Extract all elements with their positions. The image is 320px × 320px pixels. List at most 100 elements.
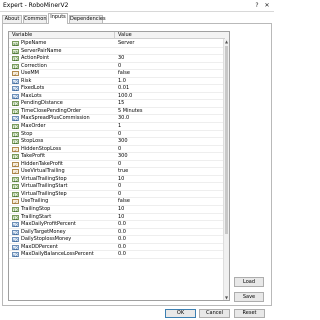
parameter-value[interactable]: 1 [116,123,224,130]
table-row[interactable]: v2 DailyStoplossMoney 0.0 [9,236,225,244]
boolean-type-icon: ✓ [12,161,19,168]
table-row[interactable]: ab ServerPairName [9,48,225,56]
parameter-value[interactable]: 300 [116,138,224,145]
table-row[interactable]: ✓ UseTrailing false [9,198,225,207]
parameter-value[interactable]: 10 [116,214,224,221]
table-row[interactable]: 12 TrailingStart 10 [9,214,225,222]
parameter-value[interactable]: 100.0 [116,93,224,100]
parameter-value[interactable]: 0.0 [116,236,224,243]
parameter-name: TrailingStart [21,213,52,220]
table-row[interactable]: 12 TakeProfit 300 [9,153,225,161]
parameter-name: ActionPoint [21,55,50,62]
boolean-type-icon: ✓ [12,169,19,176]
double-type-icon: v2 [12,252,19,259]
parameter-value[interactable]: 0.0 [116,229,224,236]
reset-button[interactable]: Reset [234,309,265,318]
table-row[interactable]: v2 MaxDailyProfitPercent 0.0 [9,221,225,229]
string-type-icon: ab [12,48,19,55]
table-row[interactable]: v2 MaxLots 100.0 [9,93,225,101]
parameter-value[interactable]: 0.0 [116,251,224,258]
parameter-name: Risk [21,77,32,84]
table-row[interactable]: v2 FixedLots 0.01 [9,85,225,93]
parameter-value[interactable]: 0 [116,131,224,138]
table-row[interactable]: 12 PendingDistance 15 [9,100,225,108]
parameter-value[interactable]: 0 [116,161,224,168]
table-row[interactable]: ✓ UseMM false [9,70,225,78]
parameter-value[interactable]: false [116,70,224,77]
parameter-name: FixedLots [21,85,45,92]
table-row[interactable]: ✓ UseVirtualTrailing true [9,168,225,176]
parameter-name: Stop [21,130,33,137]
parameter-value[interactable]: 0 [116,146,224,153]
parameter-value[interactable]: 1.0 [116,78,224,85]
parameter-name: Correction [21,62,47,69]
parameter-value[interactable]: 0 [116,63,224,70]
parameter-value[interactable]: 0.0 [116,221,224,228]
parameter-name: VirtualTrailingStop [21,175,67,182]
parameter-value[interactable]: 0.01 [116,85,224,92]
table-row[interactable]: 12 VirtualTrailingStart 0 [9,183,225,191]
parameter-name: VirtualTrailingStep [21,190,67,197]
parameter-value[interactable]: 10 [116,206,224,213]
parameter-value[interactable]: true [116,168,224,175]
table-row[interactable]: ✓ HiddenStopLoss 0 [9,146,225,154]
tab-inputs[interactable]: Inputs [48,13,68,24]
table-row[interactable]: ab PipeName Server [9,40,225,48]
table-row[interactable]: 12 Stop 0 [9,131,225,139]
integer-type-icon: 12 [12,131,19,138]
parameter-value[interactable]: 0 [116,191,224,198]
grid-scrollbar[interactable]: ▲ ▼ [223,39,229,300]
parameter-value[interactable]: 15 [116,100,224,107]
table-row[interactable]: 12 TimeClosePendingOrder 5 Minutes [9,108,225,116]
cancel-button[interactable]: Cancel [199,309,230,318]
table-row[interactable]: 12 StopLoss 300 [9,138,225,146]
boolean-type-icon: ✓ [12,71,19,78]
parameter-name: MaxLots [21,92,42,99]
integer-type-icon: 12 [12,191,19,198]
parameter-value[interactable]: Server [116,40,224,47]
inputs-grid: Variable Value ab PipeName Server ab ServerP… [8,31,230,301]
table-row[interactable]: 12 Correction 0 [9,63,225,71]
parameter-value[interactable]: 30 [116,55,224,62]
parameter-value[interactable]: 300 [116,153,224,160]
ok-button[interactable]: OK [165,309,196,318]
close-icon[interactable]: ✕ [263,2,271,10]
parameter-name: UseVirtualTrailing [21,168,65,175]
scroll-down-icon[interactable]: ▼ [224,295,229,300]
table-row[interactable]: 12 TrailingStop 10 [9,206,225,214]
scroll-thumb[interactable] [225,46,228,234]
integer-type-icon: 12 [12,207,19,214]
parameter-name: MaxDailyBalanceLossPercent [21,251,94,258]
table-row[interactable]: 12 VirtualTrailingStep 0 [9,191,225,199]
table-row[interactable]: 12 VirtualTrailingStop 10 [9,176,225,184]
table-row[interactable]: v2 Risk 1.0 [9,78,225,86]
double-type-icon: v2 [12,86,19,93]
parameter-value[interactable]: false [116,198,224,205]
scroll-up-icon[interactable]: ▲ [224,39,229,45]
integer-type-icon: 12 [12,124,19,131]
save-button[interactable]: Save [234,292,264,302]
integer-type-icon: 12 [12,139,19,146]
column-header-value[interactable]: Value [116,32,224,39]
parameter-value[interactable]: 5 Minutes [116,108,224,115]
parameter-value[interactable]: 10 [116,176,224,183]
table-row[interactable]: 12 MaxOrder 1 [9,123,225,131]
help-icon[interactable]: ? [253,2,261,10]
table-row[interactable]: v2 MaxSpreadPlusCommission 30.0 [9,115,225,124]
parameter-value[interactable]: 0.0 [116,244,224,251]
table-row[interactable]: v2 MaxDDPercent 0.0 [9,244,225,252]
column-header-variable[interactable]: Variable [10,32,115,39]
table-row[interactable]: v2 MaxDailyBalanceLossPercent 0.0 [9,251,225,259]
load-button[interactable]: Load [234,277,264,287]
parameter-name: DailyTargetMoney [21,228,66,235]
table-row[interactable]: 12 ActionPoint 30 [9,55,225,63]
parameter-name: HiddenTakeProfit [21,160,63,167]
parameter-value[interactable]: 30.0 [116,115,224,122]
parameter-name: StopLoss [21,138,44,145]
integer-type-icon: 12 [12,63,19,70]
parameter-name: MaxDailyProfitPercent [21,221,76,228]
parameter-name: TrailingStop [21,206,51,213]
table-row[interactable]: v2 DailyTargetMoney 0.0 [9,229,225,237]
table-row[interactable]: ✓ HiddenTakeProfit 0 [9,161,225,169]
parameter-value[interactable]: 0 [116,183,224,190]
